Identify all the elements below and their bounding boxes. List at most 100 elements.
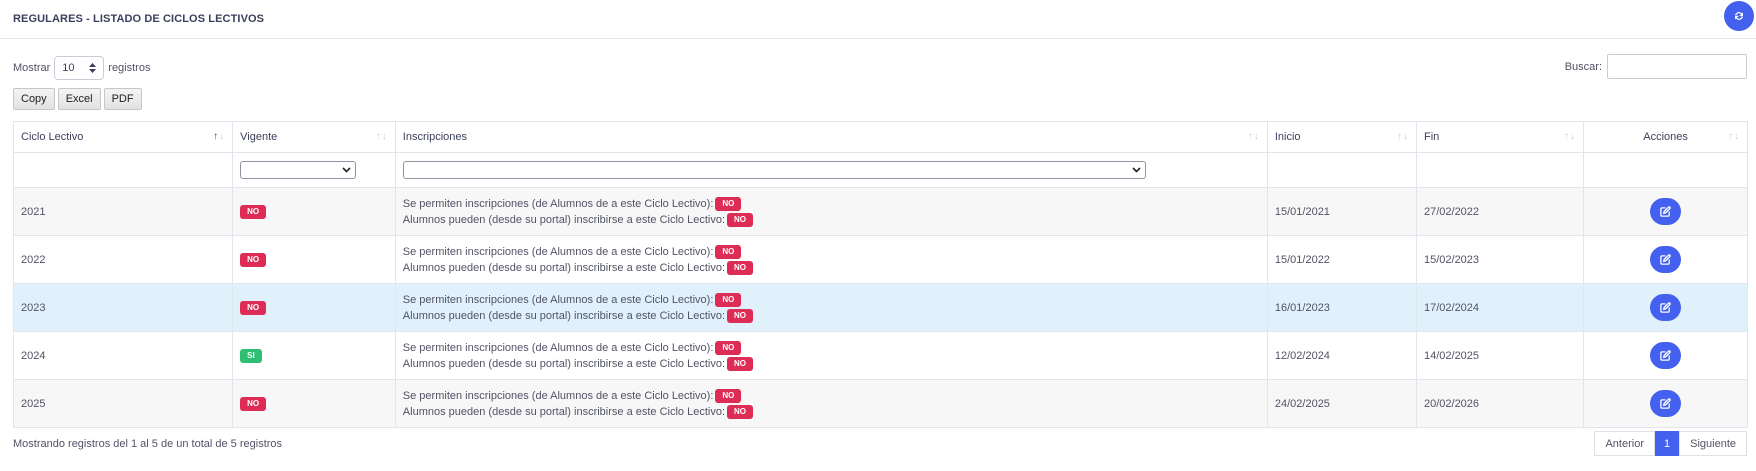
page-title: REGULARES - LISTADO DE CICLOS LECTIVOS — [13, 13, 265, 25]
status-badge: NO — [240, 204, 267, 219]
cell-fin: 15/02/2023 — [1415, 235, 1585, 284]
sort-arrows-icon: ↑↓ — [1564, 131, 1577, 142]
table-row: 2022 NO Se permiten inscripciones (de Al… — [12, 235, 1748, 284]
chevron-down-icon — [342, 167, 351, 173]
filter-cell-fin — [1415, 152, 1585, 188]
col-header-inicio[interactable]: Inicio ↑↓ — [1266, 121, 1417, 153]
search-input[interactable] — [1607, 54, 1747, 79]
table-controls: Mostrar 10 registros Buscar: Copy Excel … — [0, 39, 1756, 121]
cell-fin: 20/02/2026 — [1415, 379, 1585, 428]
pdf-button[interactable]: PDF — [103, 88, 142, 110]
edit-button[interactable] — [1650, 342, 1682, 369]
edit-button[interactable] — [1650, 390, 1682, 417]
col-header-acciones[interactable]: Acciones ↑↓ — [1583, 121, 1748, 153]
portal-label: Alumnos pueden (desde su portal) inscrib… — [402, 309, 726, 322]
vigente-filter-select[interactable] — [240, 161, 357, 179]
inscripcion-label: Se permiten inscripciones (de Alumnos de… — [402, 389, 714, 402]
edit-icon — [1660, 254, 1671, 265]
chevron-down-icon — [1132, 167, 1141, 173]
copy-button[interactable]: Copy — [13, 88, 55, 110]
cell-fin: 14/02/2025 — [1415, 331, 1585, 380]
cell-fin: 17/02/2024 — [1415, 283, 1585, 332]
cell-acciones — [1583, 235, 1748, 284]
inscripcion-label: Se permiten inscripciones (de Alumnos de… — [402, 197, 714, 210]
cell-vigente: NO — [232, 235, 396, 284]
status-badge: NO — [715, 340, 742, 355]
cell-ciclo: 2024 — [12, 331, 234, 380]
cell-ciclo: 2022 — [12, 235, 234, 284]
edit-icon — [1660, 398, 1671, 409]
sort-arrows-icon: ↑↓ — [375, 131, 388, 142]
refresh-icon — [1735, 12, 1743, 20]
cell-inscripciones: Se permiten inscripciones (de Alumnos de… — [394, 235, 1268, 284]
col-header-inscripciones[interactable]: Inscripciones ↑↓ — [394, 121, 1268, 153]
cell-inscripciones: Se permiten inscripciones (de Alumnos de… — [394, 379, 1268, 428]
status-badge: NO — [727, 260, 754, 275]
ciclos-table-wrapper: Ciclo Lectivo ↑↓ Vigente ↑↓ Inscripciones ↑… — [12, 121, 1748, 428]
excel-button[interactable]: Excel — [57, 88, 101, 110]
cell-inicio: 12/02/2024 — [1266, 331, 1417, 380]
cell-ciclo: 2021 — [12, 187, 234, 236]
cell-ciclo: 2025 — [12, 379, 234, 428]
cell-inicio: 15/01/2022 — [1266, 235, 1417, 284]
cell-inscripciones: Se permiten inscripciones (de Alumnos de… — [394, 187, 1268, 236]
status-badge: NO — [715, 244, 742, 259]
edit-icon — [1660, 350, 1671, 361]
inscripcion-label: Se permiten inscripciones (de Alumnos de… — [402, 245, 714, 258]
edit-button[interactable] — [1650, 294, 1682, 321]
ciclos-table: Ciclo Lectivo ↑↓ Vigente ↑↓ Inscripciones ↑… — [12, 121, 1748, 428]
portal-label: Alumnos pueden (desde su portal) inscrib… — [402, 405, 726, 418]
cell-inscripciones: Se permiten inscripciones (de Alumnos de… — [394, 331, 1268, 380]
table-row: 2023 NO Se permiten inscripciones (de Al… — [12, 283, 1748, 332]
edit-button[interactable] — [1650, 198, 1682, 225]
sort-arrows-icon: ↑↓ — [1247, 131, 1260, 142]
status-badge: SI — [240, 348, 262, 363]
sort-arrows-icon: ↑↓ — [1728, 131, 1740, 142]
edit-icon — [1660, 302, 1671, 313]
records-label: registros — [108, 62, 151, 74]
status-badge: NO — [715, 292, 742, 307]
filter-cell-inicio — [1266, 152, 1417, 188]
search-control: Buscar: — [1565, 54, 1747, 79]
inscripciones-filter-select[interactable] — [402, 161, 1146, 179]
col-header-vigente[interactable]: Vigente ↑↓ — [232, 121, 396, 153]
search-label: Buscar: — [1564, 60, 1602, 73]
status-badge: NO — [727, 356, 754, 371]
cell-ciclo: 2023 — [12, 283, 234, 332]
status-badge: NO — [240, 396, 267, 411]
portal-label: Alumnos pueden (desde su portal) inscrib… — [402, 261, 726, 274]
inscripcion-label: Se permiten inscripciones (de Alumnos de… — [402, 293, 714, 306]
col-header-ciclo[interactable]: Ciclo Lectivo ↑↓ — [12, 121, 234, 153]
edit-icon — [1660, 206, 1671, 217]
filter-cell-inscripciones — [394, 152, 1268, 188]
filter-cell-vigente — [232, 152, 396, 188]
cell-acciones — [1583, 379, 1748, 428]
page-length-value: 10 — [62, 62, 75, 74]
cell-acciones — [1583, 331, 1748, 380]
status-badge: NO — [715, 196, 742, 211]
portal-label: Alumnos pueden (desde su portal) inscrib… — [402, 213, 726, 226]
col-header-fin[interactable]: Fin ↑↓ — [1415, 121, 1585, 153]
cell-vigente: SI — [232, 331, 396, 380]
edit-button[interactable] — [1650, 246, 1682, 273]
next-page-button[interactable]: Siguiente — [1679, 431, 1747, 456]
cell-inicio: 24/02/2025 — [1266, 379, 1417, 428]
cell-acciones — [1583, 187, 1748, 236]
inscripcion-label: Se permiten inscripciones (de Alumnos de… — [402, 341, 714, 354]
updown-arrows-icon — [89, 63, 97, 73]
table-row: 2024 SI Se permiten inscripciones (de Al… — [12, 331, 1748, 380]
page-header: REGULARES - LISTADO DE CICLOS LECTIVOS — [0, 0, 1756, 39]
table-info: Mostrando registros del 1 al 5 de un tot… — [13, 438, 283, 450]
cell-vigente: NO — [232, 187, 396, 236]
previous-page-button[interactable]: Anterior — [1594, 431, 1655, 456]
page-length-control: Mostrar 10 registros — [13, 56, 150, 80]
status-badge: NO — [727, 308, 754, 323]
cell-fin: 27/02/2022 — [1415, 187, 1585, 236]
cell-inscripciones: Se permiten inscripciones (de Alumnos de… — [394, 283, 1268, 332]
filter-cell-acciones — [1583, 152, 1748, 188]
status-badge: NO — [727, 404, 754, 419]
page-button-1[interactable]: 1 — [1655, 431, 1680, 456]
refresh-button[interactable] — [1724, 1, 1754, 31]
page-length-select[interactable]: 10 — [54, 56, 105, 80]
table-row: 2021 NO Se permiten inscripciones (de Al… — [12, 187, 1748, 236]
